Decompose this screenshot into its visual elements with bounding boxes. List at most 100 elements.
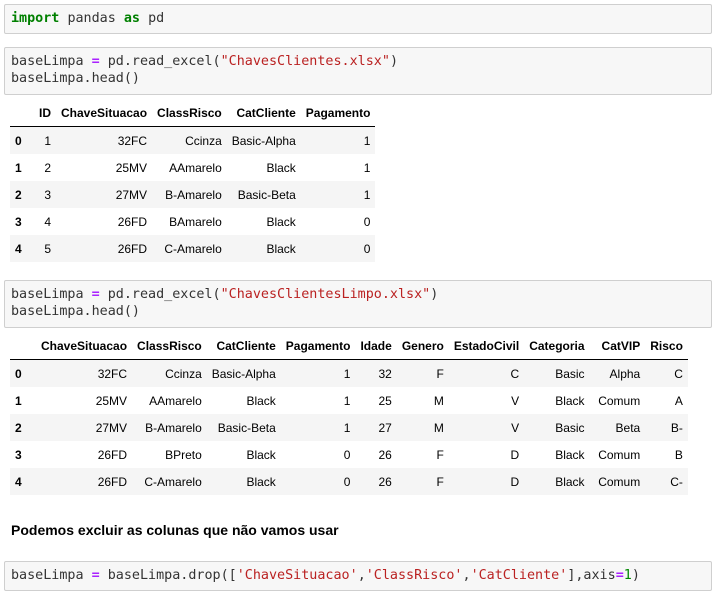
code-token: baseLimpa	[11, 287, 84, 302]
code-cell-import[interactable]: import pandas as pd	[4, 4, 712, 34]
column-header: EstadoCivil	[448, 333, 525, 360]
code-cell-read-excel[interactable]: baseLimpa = pd.read_excel("ChavesCliente…	[4, 47, 712, 95]
column-header: ClassRisco	[152, 100, 227, 127]
alias-name: pd	[148, 11, 165, 26]
table-cell: 4	[44, 214, 51, 229]
table-cell: 0	[363, 241, 371, 256]
table-row: 0 32FC Ccinza Basic-Alpha 1 32 F C Basic Alpha C	[10, 359, 688, 387]
table-cell: B-	[670, 420, 683, 435]
module-name: pandas	[67, 11, 116, 26]
table-cell: 26FD	[97, 474, 128, 489]
table-cell: Comum	[598, 393, 641, 408]
code-token: )	[430, 287, 439, 302]
code-cell-drop[interactable]: baseLimpa = baseLimpa.drop(['ChaveSituac…	[4, 561, 712, 591]
table-cell: Ccinza	[185, 133, 222, 148]
column-header: CatVIP	[589, 333, 646, 360]
table-cell: 26FD	[97, 447, 128, 462]
row-index: 4	[15, 241, 22, 256]
table-cell: M	[433, 393, 444, 408]
table-cell: C-	[670, 474, 683, 489]
table-cell: Basic	[555, 366, 585, 381]
code-token: pd.read_excel(	[107, 287, 221, 302]
code-token: pd.read_excel(	[107, 54, 221, 69]
column-header: CatCliente	[226, 100, 301, 127]
table-cell: BAmarelo	[169, 214, 222, 229]
string-literal: "ChavesClientesLimpo.xlsx"	[220, 287, 431, 302]
row-index: 0	[15, 366, 22, 381]
markdown-text: Podemos excluir as colunas que não vamos…	[11, 522, 339, 538]
row-index: 2	[15, 187, 22, 202]
string-literal: 'ChaveSituacao'	[236, 568, 358, 583]
table-cell: 27	[378, 420, 392, 435]
column-header: Genero	[396, 333, 449, 360]
table-cell: 26	[378, 447, 392, 462]
code-cell-read-excel-limpo[interactable]: baseLimpa = pd.read_excel("ChavesCliente…	[4, 280, 712, 328]
column-header: Categoria	[524, 333, 590, 360]
table-cell: C-Amarelo	[144, 474, 202, 489]
code-token: baseLimpa	[11, 54, 84, 69]
code-token: ],axis	[567, 568, 616, 583]
code-line: baseLimpa = baseLimpa.drop(['ChaveSituac…	[5, 562, 711, 584]
number-literal: 1	[623, 568, 632, 583]
table-cell: F	[436, 366, 444, 381]
table-row: 2 27MV B-Amarelo Basic-Beta 1 27 M V Basic Beta B-	[10, 414, 688, 441]
table-cell: AAmarelo	[149, 393, 202, 408]
code-token: ,	[462, 568, 471, 583]
string-literal: 'CatCliente'	[470, 568, 568, 583]
table-cell: 0	[363, 214, 371, 229]
table-cell: Basic-Beta	[237, 187, 296, 202]
table-cell: Basic	[555, 420, 585, 435]
row-index: 1	[15, 160, 22, 175]
code-block: baseLimpa = pd.read_excel("ChavesCliente…	[5, 281, 711, 320]
table-cell: A	[674, 393, 683, 408]
column-header: Risco	[645, 333, 688, 360]
row-index: 3	[15, 447, 22, 462]
table-cell: V	[511, 420, 520, 435]
table-cell: Black	[266, 214, 296, 229]
column-header: ClassRisco	[132, 333, 207, 360]
table-row: 4 5 26FD C-Amarelo Black 0	[10, 235, 376, 262]
table-cell: AAmarelo	[169, 160, 222, 175]
table-row: 3 26FD BPreto Black 0 26 F D Black Comum B	[10, 441, 688, 468]
table-cell: 26FD	[117, 241, 148, 256]
table-cell: 1	[343, 393, 351, 408]
operator: =	[91, 287, 100, 302]
table-row: 0 1 32FC Ccinza Basic-Alpha 1	[10, 126, 376, 154]
table-row: 1 2 25MV AAmarelo Black 1	[10, 154, 375, 181]
keyword-import: import	[11, 11, 60, 26]
table-cell: 1	[363, 160, 371, 175]
row-index: 0	[15, 133, 22, 148]
table-cell: Black	[266, 241, 296, 256]
table-cell: Beta	[615, 420, 641, 435]
table-row: 3 4 26FD BAmarelo Black 0	[10, 208, 375, 235]
code-token: ,	[357, 568, 366, 583]
column-header: CatCliente	[206, 333, 281, 360]
table-cell: F	[436, 447, 444, 462]
table-cell: Basic-Alpha	[211, 366, 276, 381]
table-cell: 1	[363, 133, 371, 148]
table-cell: Black	[246, 393, 276, 408]
table-cell: F	[436, 474, 444, 489]
table-cell: 1	[363, 187, 371, 202]
column-header	[10, 333, 36, 360]
table-cell: 25	[378, 393, 392, 408]
table-cell: C	[510, 366, 520, 381]
table-cell: 26FD	[117, 214, 148, 229]
keyword-as: as	[123, 11, 140, 26]
table-cell: 25MV	[115, 160, 148, 175]
operator: =	[91, 54, 100, 69]
table-cell: 32FC	[97, 366, 128, 381]
table-cell: BPreto	[165, 447, 202, 462]
table-cell: 25MV	[95, 393, 128, 408]
table-header-row: ID ChaveSituacao ClassRisco CatCliente P…	[10, 100, 376, 127]
table-cell: Black	[555, 447, 585, 462]
table-cell: Alpha	[609, 366, 641, 381]
table-cell: Basic-Beta	[217, 420, 276, 435]
table-cell: Black	[246, 474, 276, 489]
row-index: 2	[15, 420, 22, 435]
table-cell: C-Amarelo	[164, 241, 222, 256]
table-cell: 1	[343, 366, 351, 381]
table-cell: V	[511, 393, 520, 408]
table-cell: 1	[343, 420, 351, 435]
code-token: baseLimpa.drop([	[107, 568, 237, 583]
